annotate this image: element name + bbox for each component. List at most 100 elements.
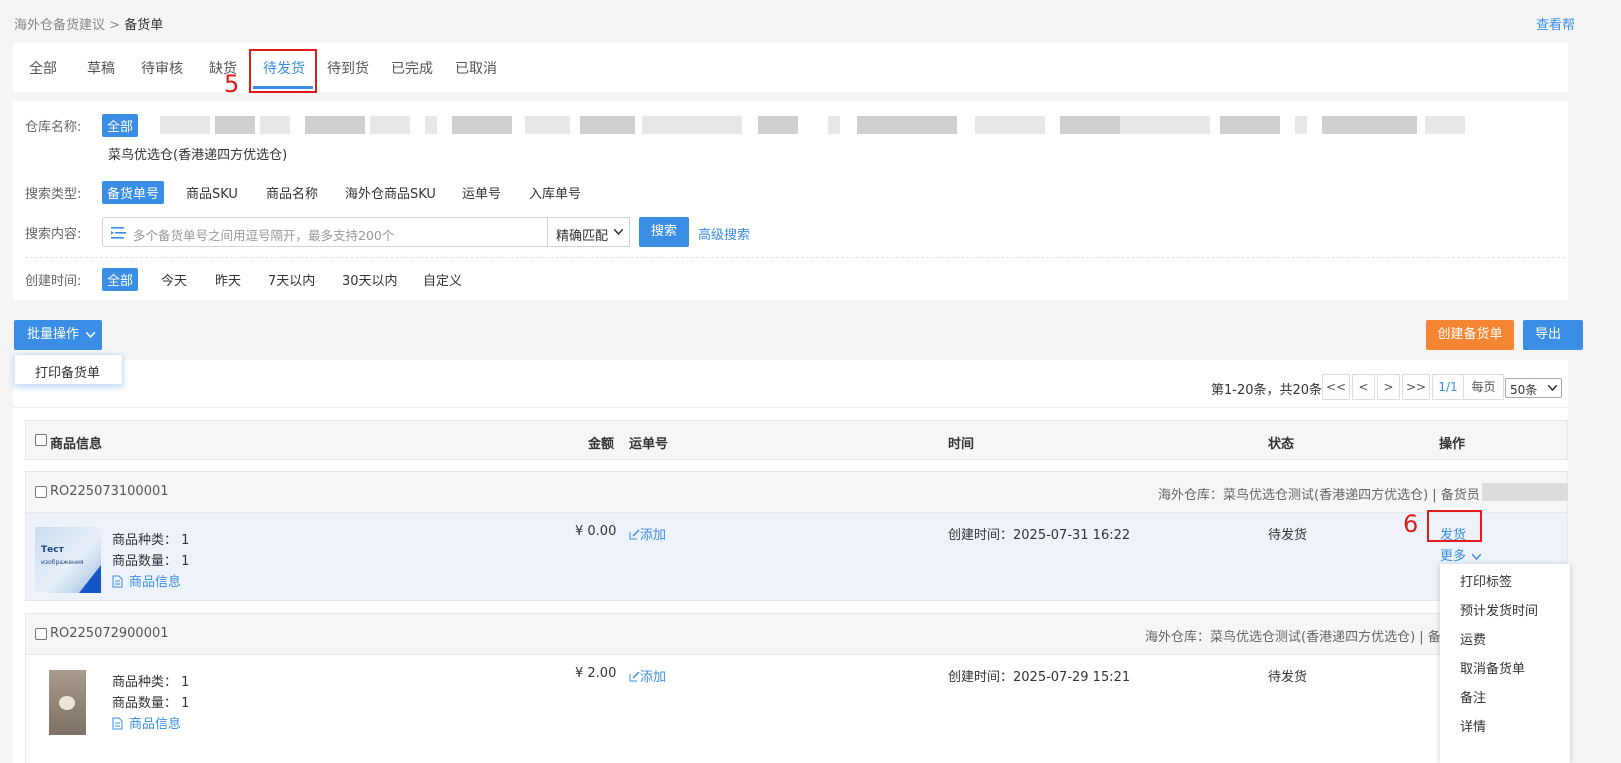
order-amount: ¥ 0.00 — [575, 524, 617, 539]
order-row — [25, 513, 1568, 601]
created-custom-chip[interactable]: 自定义 — [418, 268, 467, 291]
col-action: 操作 — [1439, 437, 1466, 452]
help-link[interactable]: 查看帮 — [1536, 14, 1575, 33]
product-kinds: 商品种类： 1 — [112, 675, 190, 690]
product-qty: 商品数量： 1 — [112, 696, 190, 711]
export-button[interactable]: 导出 — [1523, 320, 1583, 350]
batch-action-label: 批量操作 — [27, 327, 80, 342]
batch-action-menu: 打印备货单 — [14, 354, 123, 385]
order-warehouse-info: 海外仓库：菜鸟优选仓测试(香港递四方优选仓) | 备货 — [1145, 630, 1454, 645]
tab-draft[interactable]: 草稿 — [87, 58, 115, 78]
breadcrumb-parent[interactable]: 海外仓备货建议 — [14, 18, 105, 33]
document-icon — [112, 717, 123, 730]
product-info-link[interactable]: 商品信息 — [112, 571, 181, 590]
created-7days-chip[interactable]: 7天以内 — [263, 268, 320, 291]
annotation-box-ship — [1427, 510, 1482, 542]
per-page-label: 每页 — [1464, 374, 1504, 400]
add-waybill-link[interactable]: 添加 — [629, 666, 666, 685]
pager-prev-button[interactable]: < — [1352, 374, 1375, 400]
add-waybill-link[interactable]: 添加 — [629, 524, 666, 543]
warehouse-label: 仓库名称: — [25, 120, 82, 135]
batch-action-button[interactable]: 批量操作 — [14, 320, 102, 350]
col-amount: 金额 — [588, 437, 615, 452]
search-type-order-no[interactable]: 备货单号 — [102, 181, 165, 204]
col-status: 状态 — [1268, 437, 1295, 452]
search-type-inbound-no[interactable]: 入库单号 — [524, 181, 586, 204]
product-kinds: 商品种类： 1 — [112, 533, 190, 548]
tab-cancelled[interactable]: 已取消 — [455, 58, 497, 78]
tab-all[interactable]: 全部 — [29, 58, 57, 78]
chevron-down-icon — [1471, 553, 1482, 561]
tab-pending-review[interactable]: 待审核 — [141, 58, 183, 78]
product-thumbnail[interactable] — [49, 670, 86, 735]
match-mode-value: 精确匹配 — [556, 229, 609, 244]
search-type-label: 搜索类型: — [25, 187, 82, 202]
search-type-waybill[interactable]: 运单号 — [457, 181, 506, 204]
more-actions-button[interactable]: 更多 — [1440, 545, 1482, 564]
warehouse-option-cainiao[interactable]: 菜鸟优选仓(香港递四方优选仓) — [108, 144, 287, 163]
menu-cancel-order[interactable]: 取消备货单 — [1460, 658, 1525, 677]
order-checkbox[interactable] — [35, 628, 47, 640]
order-checkbox[interactable] — [35, 486, 47, 498]
batch-menu-print-order[interactable]: 打印备货单 — [35, 366, 100, 381]
menu-shipping-fee[interactable]: 运费 — [1460, 629, 1486, 648]
search-content-label: 搜索内容: — [25, 227, 82, 242]
chevron-down-icon — [1548, 385, 1557, 391]
pager-divider — [13, 407, 1568, 408]
order-warehouse-info: 海外仓库：菜鸟优选仓测试(香港递四方优选仓) | 备货员： — [1158, 488, 1493, 503]
table-header — [25, 420, 1568, 460]
menu-remark[interactable]: 备注 — [1460, 687, 1486, 706]
document-icon — [112, 575, 123, 588]
search-input[interactable]: 多个备货单号之间用逗号隔开，最多支持200个 — [102, 217, 548, 247]
annotation-step-5: 5 — [224, 70, 240, 98]
breadcrumb-separator: > — [109, 18, 121, 33]
order-created-time: 创建时间：2025-07-29 15:21 — [948, 670, 1131, 685]
pager-summary: 第1-20条，共20条 — [1211, 383, 1323, 398]
select-all-checkbox[interactable] — [35, 434, 47, 446]
search-type-overseas-sku[interactable]: 海外仓商品SKU — [340, 181, 441, 204]
created-time-label: 创建时间: — [25, 274, 82, 289]
created-yesterday-chip[interactable]: 昨天 — [210, 268, 246, 291]
warehouse-options-redacted — [160, 116, 1470, 136]
created-today-chip[interactable]: 今天 — [156, 268, 192, 291]
order-status: 待发货 — [1268, 670, 1308, 685]
breadcrumb-current: 备货单 — [124, 18, 164, 33]
annotation-step-6: 6 — [1403, 510, 1419, 538]
product-qty: 商品数量： 1 — [112, 554, 190, 569]
search-type-product-name[interactable]: 商品名称 — [261, 181, 323, 204]
advanced-search-link[interactable]: 高级搜索 — [698, 224, 750, 243]
search-button[interactable]: 搜索 — [639, 217, 689, 247]
product-thumbnail[interactable]: Тест изображения — [35, 527, 101, 593]
menu-print-label[interactable]: 打印标签 — [1460, 571, 1512, 590]
col-time: 时间 — [948, 437, 975, 452]
status-tabs: 全部 草稿 待审核 缺货 待发货 待到货 已完成 已取消 — [13, 43, 1568, 92]
stocker-name-redacted — [1482, 483, 1568, 501]
match-mode-select[interactable]: 精确匹配 — [547, 217, 630, 247]
chevron-down-icon — [614, 229, 623, 235]
per-page-select[interactable]: 50条 — [1505, 378, 1562, 398]
order-number: RO225072900001 — [50, 626, 169, 641]
create-order-button[interactable]: 创建备货单 — [1426, 320, 1514, 350]
menu-details[interactable]: 详情 — [1460, 716, 1486, 735]
list-input-icon — [111, 227, 126, 239]
warehouse-all-chip[interactable]: 全部 — [102, 114, 139, 137]
created-all-chip[interactable]: 全部 — [102, 268, 139, 291]
order-row — [25, 655, 1568, 763]
tab-pending-arrival[interactable]: 待到货 — [327, 58, 369, 78]
pager-current-page: 1/1 — [1432, 374, 1464, 400]
created-30days-chip[interactable]: 30天以内 — [337, 268, 403, 291]
more-actions-menu: 打印标签 预计发货时间 运费 取消备货单 备注 详情 — [1440, 564, 1570, 763]
per-page-value: 50条 — [1510, 383, 1538, 397]
menu-estimated-ship-time[interactable]: 预计发货时间 — [1460, 600, 1538, 619]
pager-first-button[interactable]: << — [1322, 374, 1350, 400]
pager-next-button[interactable]: > — [1377, 374, 1400, 400]
search-type-sku[interactable]: 商品SKU — [181, 181, 243, 204]
order-status: 待发货 — [1268, 528, 1308, 543]
product-info-link[interactable]: 商品信息 — [112, 713, 181, 732]
search-placeholder: 多个备货单号之间用逗号隔开，最多支持200个 — [133, 228, 395, 243]
filter-divider — [25, 257, 1565, 258]
tab-completed[interactable]: 已完成 — [391, 58, 433, 78]
col-product: 商品信息 — [50, 437, 103, 452]
order-created-time: 创建时间：2025-07-31 16:22 — [948, 528, 1131, 543]
pager-last-button[interactable]: >> — [1402, 374, 1430, 400]
